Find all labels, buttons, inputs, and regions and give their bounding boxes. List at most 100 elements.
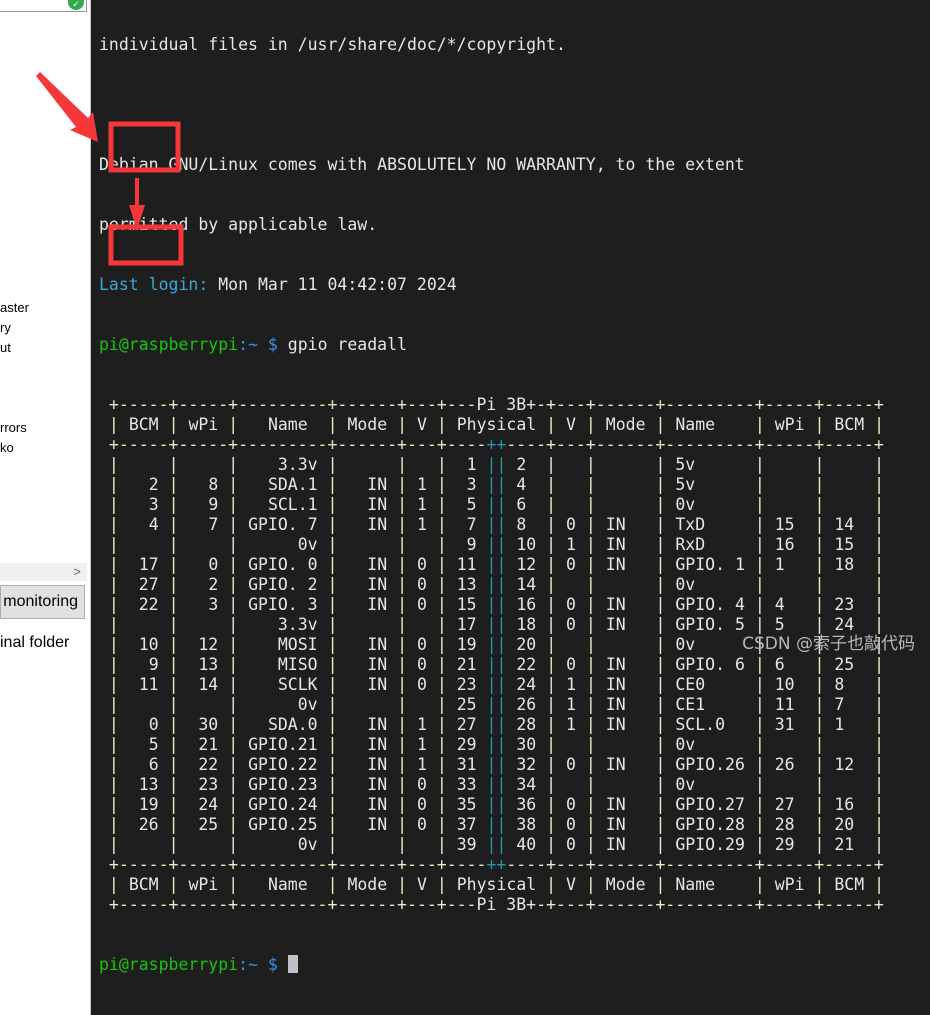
pad bbox=[596, 755, 606, 774]
prompt-path: :~ $ bbox=[238, 955, 278, 974]
pad bbox=[477, 795, 487, 814]
motd-line: permitted by applicable law. bbox=[99, 215, 378, 234]
pad bbox=[447, 415, 457, 434]
pad bbox=[596, 515, 606, 534]
cell-physical-left: 29 bbox=[456, 735, 477, 754]
pad bbox=[387, 735, 397, 754]
border-segment: || bbox=[486, 635, 507, 654]
pad bbox=[407, 635, 417, 654]
pad bbox=[218, 615, 228, 634]
terminal[interactable]: individual files in /usr/share/doc/*/cop… bbox=[91, 0, 930, 1015]
pad bbox=[477, 535, 487, 554]
board-model: Pi 3B+ bbox=[476, 395, 537, 414]
cell: 3.3v bbox=[277, 615, 318, 634]
list-item[interactable]: aster bbox=[0, 300, 29, 316]
border-segment: | bbox=[655, 755, 666, 774]
border-segment: | bbox=[228, 835, 239, 854]
list-item[interactable]: ko bbox=[0, 440, 14, 456]
cell-physical-right: 34 bbox=[516, 775, 537, 794]
border-segment: | bbox=[655, 635, 666, 654]
border-segment: | bbox=[585, 875, 596, 894]
monitoring-button[interactable]: monitoring bbox=[0, 585, 85, 619]
pad bbox=[318, 475, 328, 494]
border-segment: | bbox=[397, 515, 408, 534]
pad bbox=[238, 415, 268, 434]
cell: GPIO. 3 bbox=[248, 595, 318, 614]
pad bbox=[407, 835, 427, 854]
pad bbox=[477, 575, 487, 594]
horizontal-scrollbar[interactable]: > bbox=[0, 563, 87, 581]
cell: 0 bbox=[566, 555, 576, 574]
current-prompt[interactable]: pi@raspberrypi:~ $ bbox=[99, 955, 930, 975]
border-segment: | bbox=[546, 575, 557, 594]
list-item[interactable]: rrors bbox=[0, 420, 27, 436]
table-row: | 27 | 2 | GPIO. 2 | IN | 0 | 13 || 14 |… bbox=[99, 575, 930, 595]
pad bbox=[387, 535, 397, 554]
pad bbox=[626, 615, 656, 634]
column-header: Mode bbox=[605, 415, 646, 434]
cell: 1 bbox=[566, 695, 576, 714]
cell: 10 bbox=[138, 635, 159, 654]
pad bbox=[179, 495, 209, 514]
cell: MOSI bbox=[277, 635, 318, 654]
border-segment: | bbox=[814, 695, 825, 714]
cell: 8 bbox=[834, 675, 845, 694]
cell: 11 bbox=[138, 675, 159, 694]
table-row: | 5 | 21 | GPIO.21 | IN | 1 | 29 || 30 |… bbox=[99, 735, 930, 755]
border-segment: | bbox=[436, 635, 447, 654]
pad bbox=[506, 555, 516, 574]
border-segment: | bbox=[655, 875, 666, 894]
pad bbox=[387, 555, 397, 574]
pad bbox=[318, 615, 328, 634]
list-item[interactable]: ry bbox=[0, 320, 11, 336]
pad bbox=[238, 835, 298, 854]
pad bbox=[407, 455, 427, 474]
pad bbox=[854, 555, 874, 574]
border-segment: | bbox=[814, 755, 825, 774]
border-segment: | bbox=[397, 695, 408, 714]
cell: 0 bbox=[566, 755, 576, 774]
pad bbox=[566, 635, 586, 654]
cell-physical-left: 35 bbox=[456, 795, 477, 814]
cell: 1 bbox=[416, 515, 427, 534]
pad bbox=[765, 455, 775, 474]
command-text: gpio readall bbox=[277, 335, 407, 354]
pad bbox=[745, 615, 755, 634]
pad bbox=[506, 595, 516, 614]
border-segment: | bbox=[99, 835, 119, 854]
pad bbox=[238, 535, 298, 554]
border-segment: | bbox=[436, 615, 447, 634]
border-segment: | bbox=[585, 775, 596, 794]
border-segment: | bbox=[546, 595, 557, 614]
cell: SCL.0 bbox=[675, 715, 726, 734]
pad bbox=[824, 615, 834, 634]
border-segment: | bbox=[397, 455, 408, 474]
cell: IN bbox=[605, 615, 626, 634]
pad bbox=[218, 675, 228, 694]
border-segment: | bbox=[99, 455, 119, 474]
border-segment: +-----+-----+---------+------+---+ bbox=[99, 435, 447, 454]
border-segment: | bbox=[168, 595, 179, 614]
pad bbox=[536, 535, 546, 554]
border-segment: | bbox=[327, 415, 338, 434]
pad bbox=[596, 535, 606, 554]
cell: 1 bbox=[416, 495, 427, 514]
border-segment: | bbox=[754, 515, 765, 534]
cell: 22 bbox=[198, 755, 219, 774]
pad bbox=[556, 835, 566, 854]
pad bbox=[407, 495, 417, 514]
cell-physical-right: 14 bbox=[516, 575, 537, 594]
pad bbox=[864, 875, 874, 894]
border-segment: | bbox=[228, 875, 239, 894]
open-terminal-folder-link[interactable]: inal folder bbox=[0, 634, 69, 652]
pad bbox=[626, 835, 656, 854]
cell: 1 bbox=[416, 475, 427, 494]
border-segment: | bbox=[327, 875, 338, 894]
cell-physical-right: 12 bbox=[516, 555, 537, 574]
pad bbox=[407, 575, 417, 594]
list-item[interactable]: ut bbox=[0, 340, 11, 356]
pad bbox=[795, 715, 815, 734]
border-segment: | bbox=[397, 735, 408, 754]
chevron-right-icon[interactable]: > bbox=[73, 564, 81, 580]
cell: 1 bbox=[834, 715, 845, 734]
